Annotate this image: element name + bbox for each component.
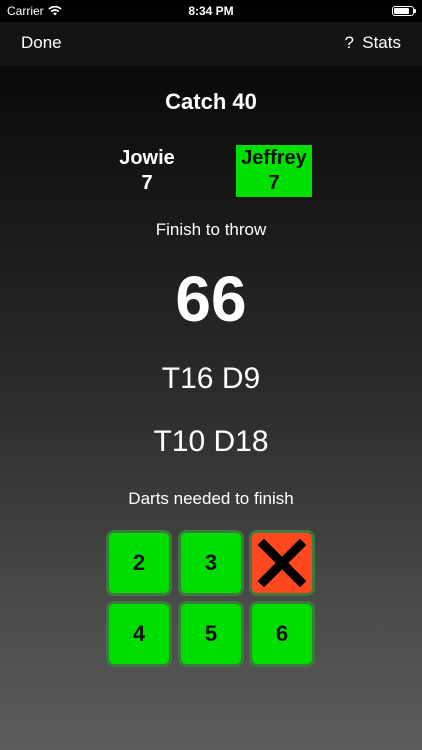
battery-icon (392, 6, 416, 16)
darts-disabled-button[interactable] (249, 530, 315, 596)
x-icon (258, 539, 306, 587)
darts-2-button[interactable]: 2 (106, 530, 172, 596)
done-button[interactable]: Done (21, 33, 62, 53)
checkout-suggestion: T10 D18 (153, 425, 269, 458)
stats-button[interactable]: Stats (362, 33, 401, 53)
finish-label: Finish to throw (155, 220, 267, 239)
player-name: Jowie (119, 147, 175, 169)
player-card-jeffrey: Jeffrey 7 (236, 145, 312, 197)
navigation-bar: Done ? Stats (0, 22, 422, 66)
game-title: Catch 40 (165, 89, 257, 114)
player-score: 7 (141, 172, 153, 194)
player-card-jowie: Jowie 7 (109, 145, 185, 197)
help-button[interactable]: ? (345, 33, 354, 53)
checkout-suggestion: T16 D9 (161, 362, 261, 395)
darts-6-button[interactable]: 6 (249, 601, 315, 667)
status-time: 8:34 PM (188, 4, 234, 18)
status-bar: Carrier 8:34 PM (0, 0, 422, 22)
remaining-score: 66 (175, 263, 247, 335)
darts-4-button[interactable]: 4 (106, 601, 172, 667)
player-name: Jeffrey (241, 147, 307, 169)
player-score: 7 (268, 172, 280, 194)
darts-5-button[interactable]: 5 (178, 601, 244, 667)
darts-needed-label: Darts needed to finish (128, 489, 294, 508)
darts-3-button[interactable]: 3 (178, 530, 244, 596)
